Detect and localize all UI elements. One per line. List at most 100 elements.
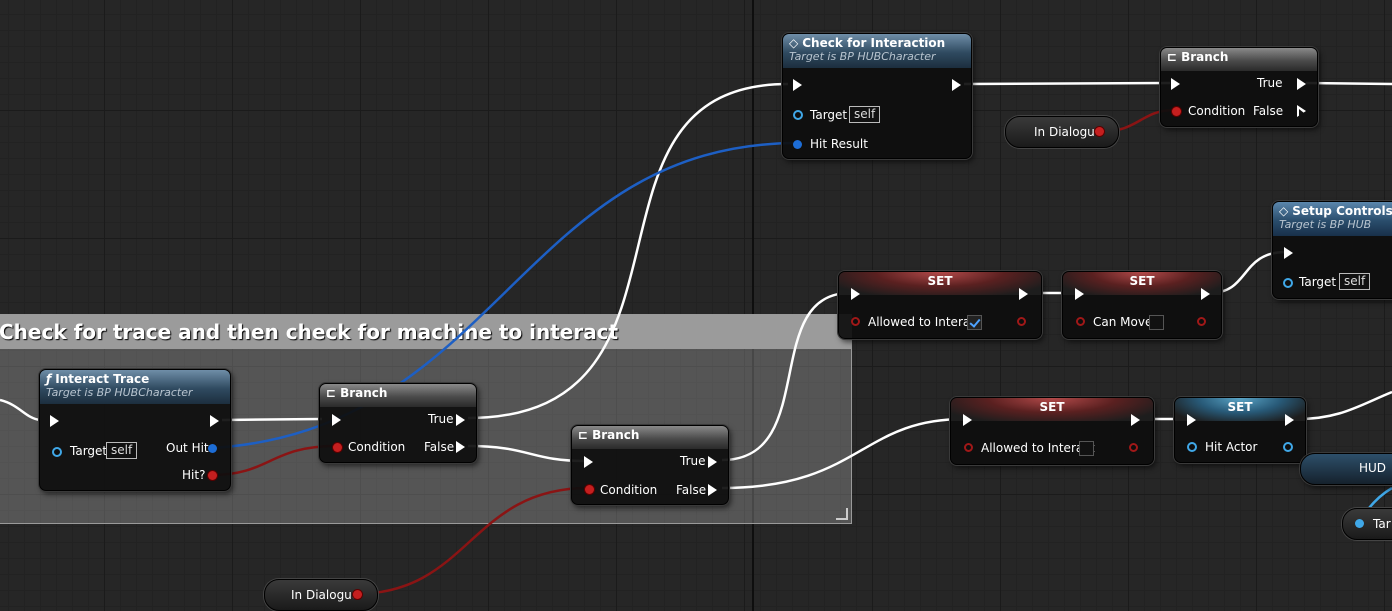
variable-label: In Dialogue [1034, 125, 1103, 139]
bool-wire [354, 486, 589, 596]
exec-in-pin[interactable] [584, 456, 593, 468]
target-pin[interactable] [52, 447, 62, 457]
node-title: Branch [1181, 50, 1229, 64]
branch-icon: ⊏ [326, 386, 337, 400]
exec-wire [963, 81, 1171, 86]
value-in-pin[interactable] [1076, 317, 1085, 326]
setup-controls-node[interactable]: ◇ Setup Controls Target is BP HUB Target … [1272, 201, 1392, 299]
exec-out-pin[interactable] [1285, 414, 1294, 426]
field-label: Can Move [1093, 315, 1153, 329]
exec-out-pin[interactable] [1019, 288, 1028, 300]
condition-label: Condition [1188, 104, 1246, 118]
target-self-field[interactable]: self [106, 442, 138, 459]
node-header: ⊏ Branch [1161, 48, 1317, 71]
in-dialogue-variable-bottom[interactable]: In Dialogue [264, 579, 378, 611]
out-hit-pin[interactable] [208, 444, 217, 453]
node-header: ƒ Interact Trace Target is BP HUBCharacte… [40, 370, 230, 404]
exec-wire [1305, 81, 1392, 86]
target-self-field[interactable]: self [1339, 273, 1371, 290]
hit-pin[interactable] [208, 471, 217, 480]
in-dialogue-variable-top[interactable]: In Dialogue [1005, 116, 1119, 148]
can-move-checkbox[interactable] [1149, 315, 1164, 330]
value-in-pin[interactable] [851, 317, 860, 326]
condition-pin[interactable] [333, 443, 342, 452]
true-exec-pin[interactable] [1297, 78, 1306, 90]
true-label: True [428, 412, 454, 426]
value-out-pin[interactable] [1129, 443, 1138, 452]
value-in-pin[interactable] [964, 443, 973, 452]
exec-wire [467, 444, 587, 463]
allowed-checkbox[interactable] [1079, 441, 1094, 456]
set-can-move-node[interactable]: SET Can Move [1062, 271, 1222, 339]
target-variable-node[interactable]: Tar [1342, 508, 1392, 540]
exec-wire [221, 417, 323, 422]
hit-result-wire [211, 141, 799, 450]
branch-icon: ⊏ [1167, 50, 1178, 64]
variable-label: HUD [1359, 461, 1387, 475]
field-label: Allowed to Interact [868, 315, 982, 329]
exec-out-pin[interactable] [1131, 414, 1140, 426]
target-pin[interactable] [1355, 519, 1364, 528]
true-label: True [680, 454, 706, 468]
false-label: False [1253, 104, 1284, 118]
hit-label: Hit? [182, 468, 206, 482]
node-header: ⊏ Branch [572, 426, 728, 449]
set-allowed-to-interact-node-2[interactable]: SET Allowed to Interact [950, 397, 1154, 465]
exec-wire [1297, 390, 1392, 421]
out-hit-label: Out Hit [166, 441, 209, 455]
target-label: Target [810, 108, 848, 122]
value-out-pin[interactable] [1197, 317, 1206, 326]
set-hit-actor-node[interactable]: SET Hit Actor [1174, 397, 1306, 463]
true-label: True [1257, 76, 1283, 90]
allowed-checkbox[interactable] [967, 315, 982, 330]
in-dialogue-pin[interactable] [353, 590, 362, 599]
node-subtitle: Target is BP HUBCharacter [46, 386, 193, 399]
condition-pin[interactable] [1172, 107, 1181, 116]
exec-in-pin[interactable] [50, 415, 59, 427]
target-label: Target [1299, 275, 1337, 289]
exec-in-pin[interactable] [963, 414, 972, 426]
exec-out-pin[interactable] [952, 79, 961, 91]
true-exec-pin[interactable] [456, 414, 465, 426]
exec-in-pin[interactable] [1171, 78, 1180, 90]
interact-trace-node[interactable]: ƒ Interact Trace Target is BP HUBCharacte… [39, 369, 231, 491]
exec-out-pin[interactable] [210, 415, 219, 427]
true-exec-pin[interactable] [708, 456, 717, 468]
set-allowed-to-interact-node[interactable]: SET Allowed to Interact [838, 271, 1042, 339]
target-self-field[interactable]: self [849, 106, 881, 123]
field-label: Hit Actor [1205, 440, 1258, 454]
exec-out-pin[interactable] [1201, 288, 1210, 300]
target-pin[interactable] [793, 110, 803, 120]
function-call-icon: ◇ [1279, 204, 1289, 218]
node-title: Interact Trace [55, 372, 150, 386]
false-exec-pin[interactable] [456, 441, 465, 453]
node-subtitle: Target is BP HUB [1279, 218, 1372, 231]
value-in-pin[interactable] [1187, 442, 1197, 452]
false-label: False [676, 483, 707, 497]
exec-wire [467, 82, 789, 420]
exec-in-pin[interactable] [1075, 288, 1084, 300]
in-dialogue-pin[interactable] [1095, 127, 1104, 136]
condition-pin[interactable] [585, 485, 594, 494]
check-for-interaction-node[interactable]: ◇ Check for Interaction Target is BP HUBC… [782, 33, 972, 159]
exec-in-pin[interactable] [332, 414, 341, 426]
exec-in-pin[interactable] [793, 79, 802, 91]
exec-in-pin[interactable] [1187, 414, 1196, 426]
branch-node-2[interactable]: ⊏ Branch True Condition False [571, 425, 729, 505]
exec-in-pin[interactable] [1284, 247, 1293, 259]
exec-in-pin[interactable] [851, 288, 860, 300]
hit-result-label: Hit Result [810, 137, 868, 151]
variable-label: In Dialogue [291, 588, 360, 602]
target-pin[interactable] [1283, 278, 1293, 288]
false-exec-pin[interactable] [708, 484, 717, 496]
branch-node-top[interactable]: ⊏ Branch True Condition False [1160, 47, 1318, 127]
condition-label: Condition [348, 440, 406, 454]
branch-node-1[interactable]: ⊏ Branch True Condition False [319, 383, 477, 463]
field-label: Allowed to Interact [981, 441, 1095, 455]
node-header: SET [951, 398, 1153, 421]
value-out-pin[interactable] [1017, 317, 1026, 326]
value-out-pin[interactable] [1283, 442, 1293, 452]
hit-result-pin[interactable] [793, 140, 802, 149]
node-header: SET [1063, 272, 1221, 295]
hud-variable-node[interactable]: HUD [1300, 453, 1392, 485]
